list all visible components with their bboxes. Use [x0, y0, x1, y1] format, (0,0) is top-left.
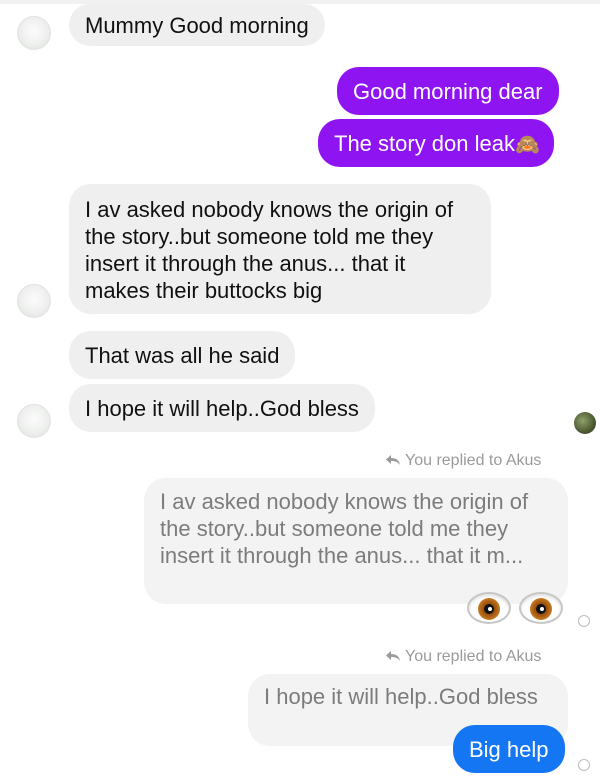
see-no-evil-monkey-icon: 🙈 — [514, 134, 540, 156]
sent-status-icon — [578, 615, 590, 627]
replied-note-text: You replied to Akus — [405, 452, 542, 469]
replied-note: You replied to Akus — [385, 648, 541, 666]
incoming-message[interactable]: I av asked nobody knows the origin of th… — [69, 184, 491, 314]
eye-left — [467, 592, 511, 624]
pupil — [484, 604, 494, 614]
quoted-text: I av asked nobody knows the origin of th… — [160, 489, 529, 568]
replied-note: You replied to Akus — [385, 452, 541, 470]
message-text: The story don leak — [334, 131, 515, 156]
message-text: Mummy Good morning — [85, 13, 309, 38]
outgoing-message[interactable]: The story don leak🙈 — [318, 119, 554, 167]
message-text: I av asked nobody knows the origin of th… — [85, 197, 454, 303]
incoming-message[interactable]: Mummy Good morning — [69, 4, 325, 46]
quoted-message[interactable]: I av asked nobody knows the origin of th… — [144, 478, 568, 604]
quoted-text: I hope it will help..God bless — [264, 684, 538, 709]
glint — [488, 607, 492, 611]
pupil — [536, 604, 546, 614]
eyes-emoji-icon[interactable] — [465, 588, 569, 628]
glint — [540, 607, 544, 611]
contact-avatar[interactable] — [17, 16, 51, 50]
message-text: I hope it will help..God bless — [85, 396, 359, 421]
contact-avatar[interactable] — [17, 284, 51, 318]
outgoing-message[interactable]: Good morning dear — [337, 67, 559, 115]
sent-status-icon — [578, 759, 590, 771]
outgoing-message[interactable]: Big help — [453, 725, 565, 773]
read-receipt-avatar — [574, 412, 596, 434]
replied-note-text: You replied to Akus — [405, 648, 542, 665]
incoming-message[interactable]: I hope it will help..God bless — [69, 384, 375, 432]
iris — [478, 598, 500, 620]
message-text: That was all he said — [85, 343, 280, 368]
message-text: Good morning dear — [353, 79, 543, 104]
reply-arrow-icon — [386, 651, 400, 661]
reply-arrow-icon — [386, 455, 400, 465]
iris — [530, 598, 552, 620]
contact-avatar[interactable] — [17, 404, 51, 438]
message-text: Big help — [469, 737, 549, 762]
eye-right — [519, 592, 563, 624]
incoming-message[interactable]: That was all he said — [69, 331, 296, 379]
